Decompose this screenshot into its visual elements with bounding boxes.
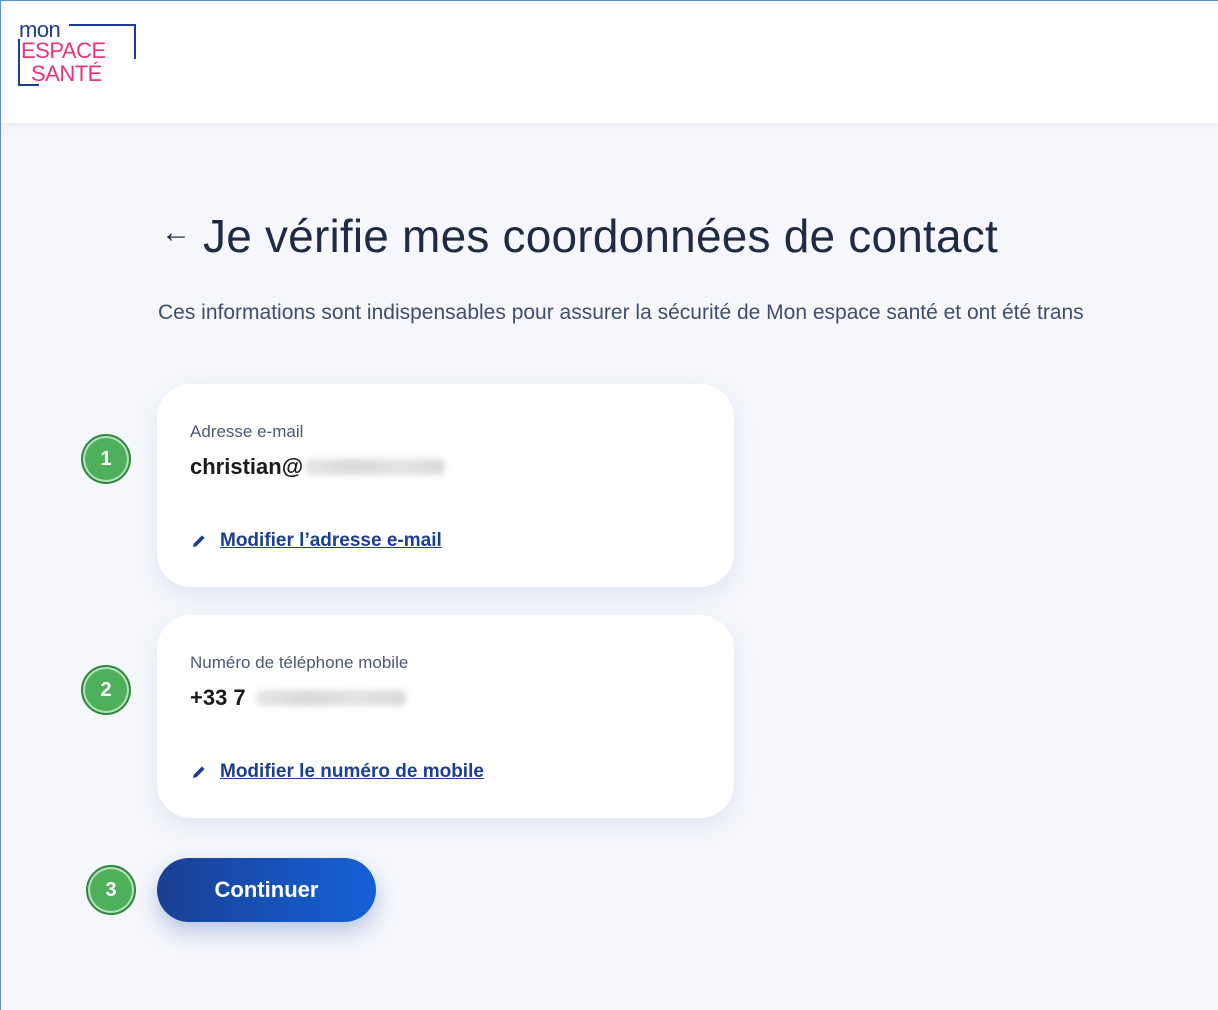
step-marker-3: 3 [86,865,136,915]
phone-label: Numéro de téléphone mobile [190,653,409,672]
logo-text-espace: ESPACE [21,38,106,63]
redacted-blur [255,690,406,706]
title-row: ← Je vérifie mes coordonnées de contact [161,209,998,263]
pencil-icon [190,532,208,550]
arrow-left-icon[interactable]: ← [161,218,191,248]
page-subtitle: Ces informations sont indispensables pou… [158,301,1084,324]
phone-value-text: +33 7 [190,685,246,710]
continue-button[interactable]: Continuer [157,858,376,922]
step-marker-2: 2 [81,665,131,715]
mon-espace-sante-logo[interactable]: mon ESPACE SANTÉ [17,19,137,97]
phone-value: +33 7 [190,685,406,711]
email-value: christian@ [190,454,446,480]
email-value-text: christian@ [190,454,304,479]
modify-email-label: Modifier l’adresse e-mail [220,530,442,551]
modify-phone-label: Modifier le numéro de mobile [220,761,484,782]
logo-text-sante: SANTÉ [31,61,102,86]
pencil-icon [190,763,208,781]
email-label: Adresse e-mail [190,422,304,441]
email-card: Adresse e-mail christian@ Modifier l’adr… [157,384,734,587]
modify-email-link[interactable]: Modifier l’adresse e-mail [190,530,442,552]
top-header: mon ESPACE SANTÉ [1,1,1218,123]
page-title: Je vérifie mes coordonnées de contact [203,210,998,262]
phone-card: Numéro de téléphone mobile +33 7 Modifie… [157,615,734,818]
main-content: ← Je vérifie mes coordonnées de contact … [1,123,1218,1010]
redacted-blur [305,459,446,475]
step-marker-1: 1 [81,434,131,484]
page-frame: mon ESPACE SANTÉ ← Je vérifie mes coordo… [0,0,1218,1010]
modify-phone-link[interactable]: Modifier le numéro de mobile [190,761,484,783]
